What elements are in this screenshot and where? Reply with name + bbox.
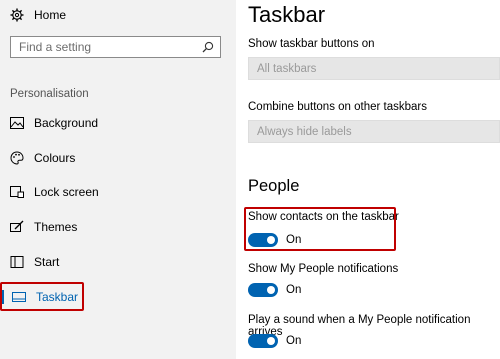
start-icon bbox=[10, 255, 24, 269]
combine-dropdown[interactable]: Always hide labels bbox=[248, 120, 500, 143]
people-heading: People bbox=[248, 177, 300, 195]
highlight-callout bbox=[0, 282, 84, 311]
sidebar-item-background[interactable]: Background bbox=[0, 110, 236, 136]
sidebar-item-start[interactable]: Start bbox=[0, 249, 236, 275]
page-title: Taskbar bbox=[248, 2, 326, 27]
palette-icon bbox=[10, 151, 24, 165]
sidebar-item-colours[interactable]: Colours bbox=[0, 145, 236, 171]
gear-icon bbox=[10, 8, 24, 22]
show-buttons-label: Show taskbar buttons on bbox=[248, 38, 375, 50]
show-buttons-dropdown[interactable]: All taskbars bbox=[248, 57, 500, 80]
sidebar-item-themes[interactable]: Themes bbox=[0, 214, 236, 240]
toggle-label: Show My People notifications bbox=[248, 263, 399, 275]
search-icon[interactable] bbox=[202, 41, 214, 53]
highlight-callout bbox=[244, 207, 396, 251]
sidebar: Home Find a setting Personalisation Back… bbox=[0, 0, 236, 359]
notifications-toggle[interactable] bbox=[248, 283, 278, 297]
sound-toggle-row: On bbox=[248, 331, 301, 351]
search-input[interactable]: Find a setting bbox=[10, 36, 221, 58]
combine-value: Always hide labels bbox=[257, 125, 352, 138]
toggle-knob bbox=[267, 337, 275, 345]
sound-toggle[interactable] bbox=[248, 334, 278, 348]
sidebar-item-label: Background bbox=[34, 116, 99, 130]
search-placeholder: Find a setting bbox=[19, 40, 92, 54]
sidebar-item-label: Lock screen bbox=[34, 185, 99, 199]
toggle-state: On bbox=[286, 335, 302, 347]
home-label: Home bbox=[34, 8, 67, 22]
sidebar-item-lock-screen[interactable]: Lock screen bbox=[0, 179, 236, 205]
show-buttons-value: All taskbars bbox=[257, 62, 317, 75]
main-pane: Taskbar Show taskbar buttons on All task… bbox=[236, 0, 500, 359]
home-link[interactable]: Home bbox=[10, 5, 66, 25]
toggle-knob bbox=[267, 286, 275, 294]
toggle-state: On bbox=[286, 284, 302, 296]
lock-screen-icon bbox=[10, 185, 24, 199]
sidebar-item-label: Start bbox=[34, 255, 60, 269]
section-label: Personalisation bbox=[10, 88, 89, 100]
picture-icon bbox=[10, 116, 24, 130]
combine-label: Combine buttons on other taskbars bbox=[248, 101, 427, 113]
brush-icon bbox=[10, 220, 24, 234]
sidebar-item-label: Themes bbox=[34, 220, 78, 234]
sidebar-item-label: Colours bbox=[34, 151, 76, 165]
notifications-toggle-row: On bbox=[248, 280, 301, 300]
